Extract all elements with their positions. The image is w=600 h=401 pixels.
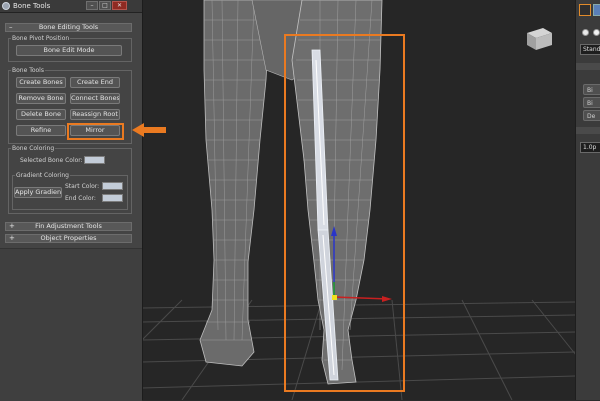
command-panel-button-1[interactable]: Bi	[583, 84, 600, 95]
group-label-bone-coloring: Bone Coloring	[11, 145, 56, 152]
radio-option-icon[interactable]	[593, 29, 600, 36]
viewcube-icon[interactable]	[527, 28, 552, 50]
command-panel-button-2[interactable]: Bi	[583, 97, 600, 108]
create-end-button[interactable]: Create End	[70, 77, 120, 88]
window-title: Bone Tools	[13, 2, 51, 10]
value-field[interactable]: 1.0p	[580, 142, 600, 153]
lightning-icon[interactable]	[593, 4, 600, 16]
rollout-bone-editing-tools[interactable]: – Bone Editing Tools	[5, 23, 132, 32]
remove-bone-button[interactable]: Remove Bone	[16, 93, 66, 104]
minimize-button[interactable]: –	[86, 1, 98, 10]
standard-dropdown[interactable]: Standa	[580, 44, 600, 55]
start-color-label: Start Color:	[65, 183, 100, 190]
delete-bone-button[interactable]: Delete Bone	[16, 109, 66, 120]
left-leg-mesh	[199, 0, 271, 367]
selected-bone-color-label: Selected Bone Color:	[20, 157, 83, 164]
reassign-root-button[interactable]: Reassign Root	[70, 109, 120, 120]
rollout-header-strip[interactable]	[576, 127, 600, 134]
dialog-empty-area	[0, 248, 142, 401]
expand-icon: +	[9, 234, 15, 242]
maximize-button[interactable]: □	[99, 1, 111, 10]
end-color-swatch[interactable]	[102, 194, 123, 202]
mirror-button[interactable]: Mirror	[70, 125, 120, 136]
refine-button[interactable]: Refine	[16, 125, 66, 136]
rollout-title: Object Properties	[40, 234, 97, 242]
rollout-title: Bone Editing Tools	[38, 23, 99, 31]
group-label-bone-pivot-position: Bone Pivot Position	[11, 35, 71, 42]
viewport-perspective[interactable]	[142, 0, 575, 400]
rollout-title: Fin Adjustment Tools	[35, 222, 102, 230]
start-color-swatch[interactable]	[102, 182, 123, 190]
render-toolbar-icon[interactable]	[579, 4, 591, 16]
arrow-left-icon	[132, 123, 166, 137]
rollout-fin-adjustment-tools[interactable]: + Fin Adjustment Tools	[5, 222, 132, 231]
connect-bones-button[interactable]: Connect Bones	[70, 93, 120, 104]
command-panel: Standa Bi Bi De 1.0p	[575, 0, 600, 400]
bone-tools-dialog: Bone Tools – □ ✕ – Bone Editing Tools Bo…	[0, 0, 143, 401]
close-button[interactable]: ✕	[112, 1, 127, 10]
selection-highlight-box	[284, 34, 405, 392]
bone-tools-icon	[2, 2, 10, 10]
expand-icon: +	[9, 222, 15, 230]
collapse-icon: –	[9, 23, 13, 31]
apply-gradient-button[interactable]: Apply Gradient	[14, 187, 62, 198]
radio-option-icon[interactable]	[582, 29, 589, 36]
selected-bone-color-swatch[interactable]	[84, 156, 105, 164]
command-panel-button-3[interactable]: De	[583, 110, 600, 121]
rollout-object-properties[interactable]: + Object Properties	[5, 234, 132, 243]
group-label-gradient-coloring: Gradient Coloring	[15, 172, 70, 179]
create-bones-button[interactable]: Create Bones	[16, 77, 66, 88]
rollout-header-strip[interactable]	[576, 63, 600, 70]
bone-edit-mode-button[interactable]: Bone Edit Mode	[16, 45, 122, 56]
end-color-label: End Color:	[65, 195, 96, 202]
group-label-bone-tools: Bone Tools	[11, 67, 45, 74]
title-bar[interactable]: Bone Tools – □ ✕	[0, 0, 142, 13]
